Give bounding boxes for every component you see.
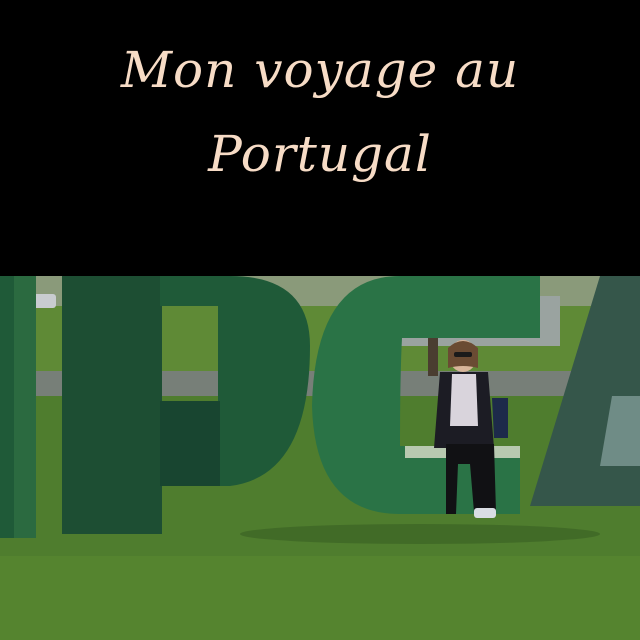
slide-title: Mon voyage au Portugal [40, 28, 600, 196]
letter-e-sculpture [0, 276, 36, 538]
title-line-1: Mon voyage au [120, 41, 520, 99]
title-band: Mon voyage au Portugal [0, 0, 640, 276]
title-line-2: Portugal [208, 125, 432, 183]
grass-foreground [0, 556, 640, 640]
story-slide: Mon voyage au Portugal [0, 0, 640, 640]
photo-illustration [0, 276, 640, 640]
travel-photo [0, 276, 640, 640]
ground-shadow [240, 524, 600, 544]
